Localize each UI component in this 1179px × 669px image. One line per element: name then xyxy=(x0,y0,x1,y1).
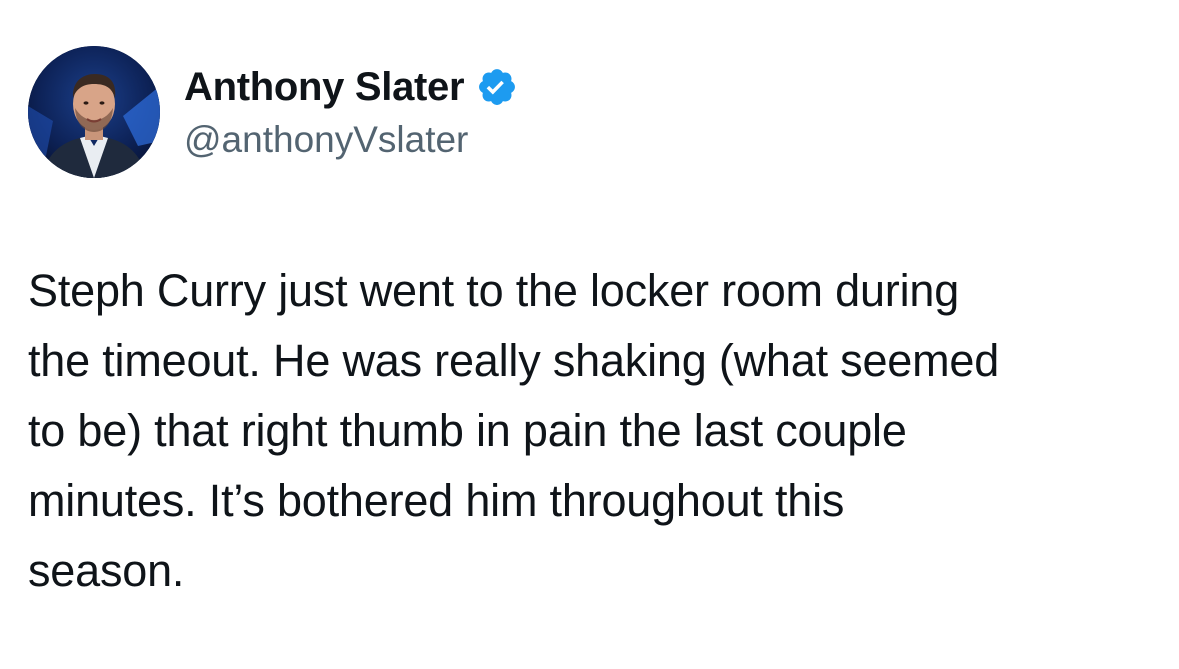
tweet-text: Steph Curry just went to the locker room… xyxy=(28,256,1158,606)
avatar[interactable] xyxy=(28,46,160,178)
verified-badge-icon[interactable] xyxy=(476,66,518,108)
tweet-text-line: the timeout. He was really shaking (what… xyxy=(28,335,1000,386)
tweet-text-line: to be) that right thumb in pain the last… xyxy=(28,405,907,456)
tweet-text-line: Steph Curry just went to the locker room… xyxy=(28,265,960,316)
author-handle[interactable]: @anthonyVslater xyxy=(184,116,468,164)
tweet-text-line: season. xyxy=(28,545,185,596)
avatar-photo xyxy=(28,46,160,178)
tweet-text-line: minutes. It’s bothered him throughout th… xyxy=(28,475,845,526)
tweet-card: Anthony Slater @anthonyVslater Steph Cur… xyxy=(0,0,1179,669)
author-display-name: Anthony Slater xyxy=(184,65,465,109)
author-name[interactable]: Anthony Slater xyxy=(184,62,518,112)
